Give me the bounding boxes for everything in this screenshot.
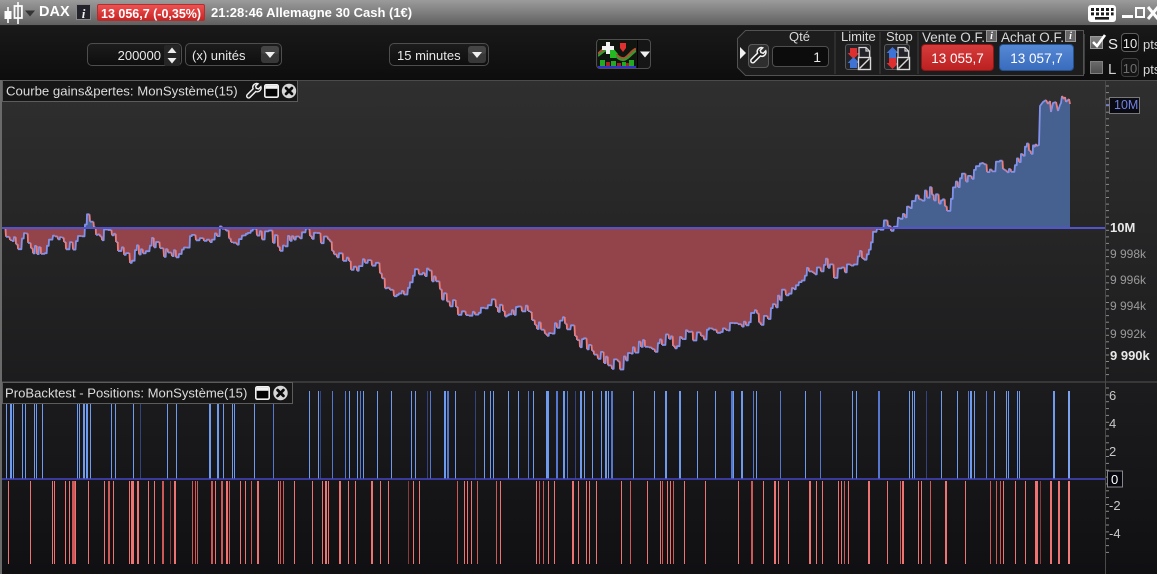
svg-text:-4: -4 bbox=[1109, 526, 1121, 541]
svg-text:4: 4 bbox=[1109, 416, 1116, 431]
svg-text:6: 6 bbox=[1109, 388, 1116, 403]
svg-text:9 994k: 9 994k bbox=[1110, 299, 1147, 313]
svg-text:9 990k: 9 990k bbox=[1110, 348, 1151, 363]
svg-text:ProBacktest - Positions: MonSy: ProBacktest - Positions: MonSystème(15) bbox=[5, 386, 247, 401]
svg-text:9 992k: 9 992k bbox=[1110, 327, 1147, 341]
svg-text:9 998k: 9 998k bbox=[1110, 247, 1147, 261]
svg-text:2: 2 bbox=[1109, 444, 1116, 459]
svg-text:0: 0 bbox=[1111, 472, 1118, 487]
svg-text:9 996k: 9 996k bbox=[1110, 273, 1147, 287]
svg-text:Courbe gains&pertes: MonSystèm: Courbe gains&pertes: MonSystème(15) bbox=[6, 84, 238, 99]
svg-text:10M: 10M bbox=[1114, 98, 1138, 112]
svg-text:-2: -2 bbox=[1109, 498, 1121, 513]
svg-text:10M: 10M bbox=[1110, 220, 1135, 235]
